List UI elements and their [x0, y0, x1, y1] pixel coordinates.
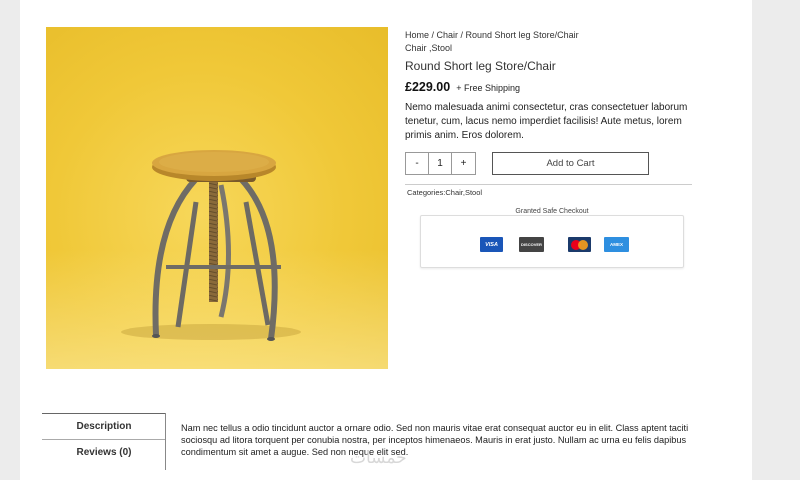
divider: [405, 184, 692, 185]
watermark: خمسات: [350, 448, 407, 467]
checkout-label: Granted Safe Checkout: [515, 208, 589, 215]
product-price: £229.00: [405, 80, 451, 94]
add-to-cart-button[interactable]: Add to Cart: [492, 152, 649, 175]
product-image: [46, 27, 388, 369]
product-info: Home / Chair / Round Short leg Store/Cha…: [405, 29, 705, 143]
quantity-decrease-button[interactable]: -: [406, 153, 429, 174]
cart-row: - 1 + Add to Cart: [405, 152, 705, 176]
product-description: Nemo malesuada animi consectetur, cras c…: [405, 102, 688, 141]
product-categories: Categories:Chair,Stool: [407, 188, 483, 197]
breadcrumb-line[interactable]: Chair ,Stool: [405, 42, 705, 55]
tab-separator: [165, 413, 166, 470]
product-tabs: Description Reviews (0): [42, 413, 166, 465]
discover-card-icon: DISCOVER: [519, 237, 544, 252]
breadcrumb-line[interactable]: Home / Chair / Round Short leg Store/Cha…: [405, 29, 705, 42]
quantity-increase-button[interactable]: +: [452, 153, 475, 174]
amex-card-icon: AMEX: [604, 237, 629, 252]
shipping-note: + Free Shipping: [456, 83, 520, 93]
tab-reviews[interactable]: Reviews (0): [42, 440, 166, 465]
product-page: Home / Chair / Round Short leg Store/Cha…: [20, 0, 752, 480]
tab-description[interactable]: Description: [42, 413, 166, 440]
quantity-input[interactable]: 1: [429, 153, 452, 174]
price-row: £229.00 + Free Shipping: [405, 80, 705, 94]
tab-content-description: Nam nec tellus a odio tincidunt auctor a…: [181, 423, 689, 457]
payment-methods-box: VISA DISCOVER AMEX: [420, 215, 684, 268]
stool-illustration: [121, 150, 301, 341]
visa-card-icon: VISA: [480, 237, 503, 252]
product-title: Round Short leg Store/Chair: [405, 59, 556, 73]
breadcrumb: Home / Chair / Round Short leg Store/Cha…: [405, 29, 705, 55]
mastercard-icon: [568, 237, 591, 252]
quantity-stepper: - 1 +: [405, 152, 476, 175]
